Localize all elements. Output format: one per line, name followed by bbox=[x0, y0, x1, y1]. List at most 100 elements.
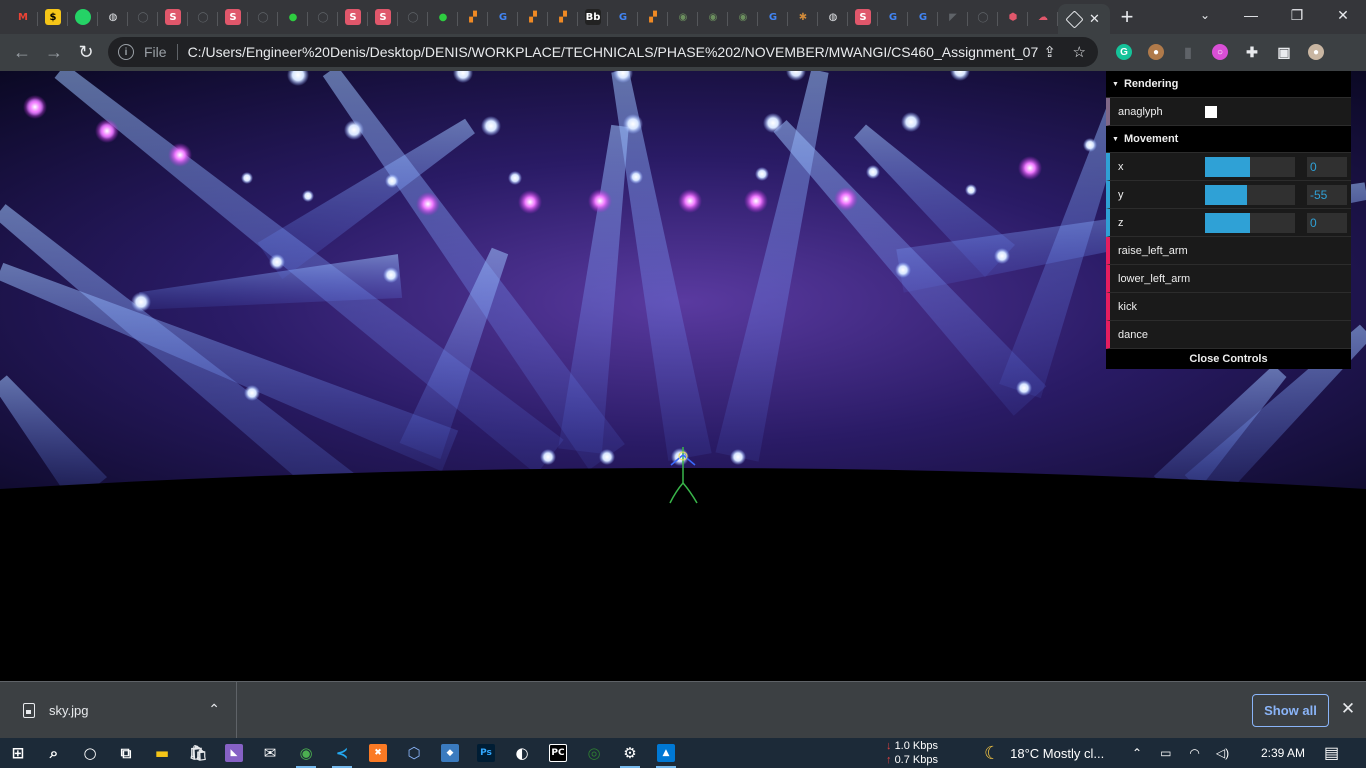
browser-tab[interactable]: G bbox=[758, 3, 788, 31]
notification-icon[interactable]: ▤ bbox=[1324, 738, 1339, 768]
minimize-button[interactable]: — bbox=[1228, 0, 1274, 30]
lower-left-arm-button[interactable]: lower_left_arm bbox=[1106, 265, 1351, 293]
browser-tab[interactable]: S bbox=[218, 3, 248, 31]
clock[interactable]: 2:39 AM bbox=[1261, 738, 1305, 768]
weather-widget[interactable]: ☾ 18°C Mostly cl... bbox=[984, 738, 1104, 768]
browser-tab[interactable]: M bbox=[8, 3, 38, 31]
info-icon[interactable]: i bbox=[118, 44, 134, 60]
photos-taskbar-button[interactable]: ▲ bbox=[648, 738, 684, 768]
extension-button[interactable]: ● bbox=[1300, 38, 1332, 66]
browser-tab[interactable]: ◉ bbox=[728, 3, 758, 31]
task-view-taskbar-button[interactable]: ⧉ bbox=[108, 738, 144, 768]
close-controls-button[interactable]: Close Controls bbox=[1106, 349, 1351, 369]
y-slider[interactable] bbox=[1205, 184, 1295, 205]
webgl-viewport[interactable]: ▼ Rendering anaglyph ▼ Movement x 0 y -55 z 0… bbox=[0, 71, 1366, 681]
cortana-taskbar-button[interactable]: ○ bbox=[72, 738, 108, 768]
kick-button[interactable]: kick bbox=[1106, 293, 1351, 321]
tab-search-icon[interactable]: ⌄ bbox=[1192, 4, 1218, 26]
anaglyph-checkbox[interactable] bbox=[1205, 105, 1217, 118]
forward-button[interactable]: → bbox=[38, 37, 70, 69]
share-icon[interactable]: ⇪ bbox=[1043, 43, 1056, 61]
close-tab-icon[interactable]: ✕ bbox=[1089, 11, 1100, 27]
movement-folder[interactable]: ▼ Movement bbox=[1106, 126, 1351, 153]
bookmark-star-icon[interactable]: ☆ bbox=[1073, 43, 1086, 61]
blender-taskbar-button[interactable]: ◆ bbox=[432, 738, 468, 768]
browser-tab[interactable]: ◯ bbox=[248, 3, 278, 31]
mail-taskbar-button[interactable]: ✉ bbox=[252, 738, 288, 768]
browser-tab[interactable]: ◍ bbox=[98, 3, 128, 31]
chrome-taskbar-button[interactable]: ◉ bbox=[288, 738, 324, 768]
download-item[interactable]: sky.jpg ⌃ bbox=[0, 682, 237, 739]
address-bar[interactable]: i File C:/Users/Engineer%20Denis/Desktop… bbox=[108, 37, 1098, 67]
battery-icon[interactable]: ▭ bbox=[1160, 746, 1171, 760]
file-explorer-taskbar-button[interactable]: ▬ bbox=[144, 738, 180, 768]
browser-tab[interactable]: ◯ bbox=[398, 3, 428, 31]
browser-tab[interactable]: ▞ bbox=[548, 3, 578, 31]
search-taskbar-button[interactable]: ⌕ bbox=[36, 738, 72, 768]
browser-tab[interactable]: S bbox=[368, 3, 398, 31]
browser-tab[interactable]: S bbox=[158, 3, 188, 31]
browser-tab[interactable]: G bbox=[908, 3, 938, 31]
browser-tab[interactable]: ● bbox=[278, 3, 308, 31]
volume-icon[interactable]: ◁) bbox=[1216, 746, 1229, 760]
xampp-taskbar-button[interactable]: ✖ bbox=[360, 738, 396, 768]
browser-tab[interactable]: ☁ bbox=[1028, 3, 1058, 31]
visual-studio-taskbar-button[interactable]: ◣ bbox=[216, 738, 252, 768]
browser-tab[interactable]: G bbox=[488, 3, 518, 31]
inkscape-taskbar-button[interactable]: ◎ bbox=[576, 738, 612, 768]
browser-tab[interactable]: ◯ bbox=[188, 3, 218, 31]
browser-tab[interactable]: ◉ bbox=[668, 3, 698, 31]
rendering-folder[interactable]: ▼ Rendering bbox=[1106, 71, 1351, 98]
browser-tab[interactable]: G bbox=[878, 3, 908, 31]
y-value-input[interactable]: -55 bbox=[1307, 184, 1347, 205]
browser-tab-active[interactable]: ✕ bbox=[1058, 4, 1110, 34]
browser-tab[interactable]: G bbox=[608, 3, 638, 31]
browser-tab[interactable]: $ bbox=[38, 3, 68, 31]
browser-tab[interactable]: S bbox=[338, 3, 368, 31]
extension-button[interactable]: ▣ bbox=[1268, 38, 1300, 66]
back-button[interactable]: ← bbox=[6, 37, 38, 69]
browser-tab[interactable]: ◤ bbox=[938, 3, 968, 31]
pycharm-taskbar-button[interactable]: PC bbox=[540, 738, 576, 768]
browser-tab[interactable]: 99+ bbox=[68, 3, 98, 31]
browser-tab[interactable]: ● bbox=[428, 3, 458, 31]
photoshop-taskbar-button[interactable]: Ps bbox=[468, 738, 504, 768]
store-taskbar-button[interactable]: 🛍 bbox=[180, 738, 216, 768]
cube-app-taskbar-button[interactable]: ⬡ bbox=[396, 738, 432, 768]
z-slider[interactable] bbox=[1205, 212, 1295, 233]
browser-tab[interactable]: ▞ bbox=[518, 3, 548, 31]
vscode-taskbar-button[interactable]: ≺ bbox=[324, 738, 360, 768]
browser-tab[interactable]: ◯ bbox=[128, 3, 158, 31]
show-all-button[interactable]: Show all bbox=[1252, 694, 1329, 727]
windows-start-taskbar-button[interactable]: ⊞ bbox=[0, 738, 36, 768]
close-window-button[interactable]: ✕ bbox=[1320, 0, 1366, 30]
z-value-input[interactable]: 0 bbox=[1307, 212, 1347, 233]
browser-tab[interactable]: ◉ bbox=[698, 3, 728, 31]
browser-tab[interactable]: ◍ bbox=[818, 3, 848, 31]
restore-button[interactable]: ❐ bbox=[1274, 0, 1320, 30]
extension-button[interactable]: ○ bbox=[1204, 38, 1236, 66]
browser-tab[interactable]: ◯ bbox=[308, 3, 338, 31]
close-shelf-button[interactable]: ✕ bbox=[1337, 698, 1359, 720]
chevron-up-icon[interactable]: ⌃ bbox=[208, 701, 220, 718]
extension-button[interactable]: ✚ bbox=[1236, 38, 1268, 66]
browser-tab[interactable]: ⬢ bbox=[998, 3, 1028, 31]
download-filename[interactable]: sky.jpg bbox=[49, 703, 89, 718]
wifi-icon[interactable]: ◠ bbox=[1189, 746, 1199, 760]
browser-tab[interactable]: ✱ bbox=[788, 3, 818, 31]
browser-tab[interactable]: Bb bbox=[578, 3, 608, 31]
extension-button[interactable]: ● bbox=[1140, 38, 1172, 66]
extension-button[interactable]: ▮ bbox=[1172, 38, 1204, 66]
paint-taskbar-button[interactable]: ◐ bbox=[504, 738, 540, 768]
x-slider[interactable] bbox=[1205, 156, 1295, 177]
browser-tab[interactable]: ▞ bbox=[458, 3, 488, 31]
url-text[interactable]: C:/Users/Engineer%20Denis/Desktop/DENIS/… bbox=[188, 44, 1038, 60]
browser-tab[interactable]: ◯ bbox=[968, 3, 998, 31]
dance-button[interactable]: dance bbox=[1106, 321, 1351, 349]
browser-tab[interactable]: ▞ bbox=[638, 3, 668, 31]
reload-button[interactable]: ↻ bbox=[70, 37, 102, 69]
raise-left-arm-button[interactable]: raise_left_arm bbox=[1106, 237, 1351, 265]
browser-tab[interactable]: S bbox=[848, 3, 878, 31]
x-value-input[interactable]: 0 bbox=[1307, 156, 1347, 177]
new-tab-button[interactable]: + bbox=[1110, 2, 1144, 32]
